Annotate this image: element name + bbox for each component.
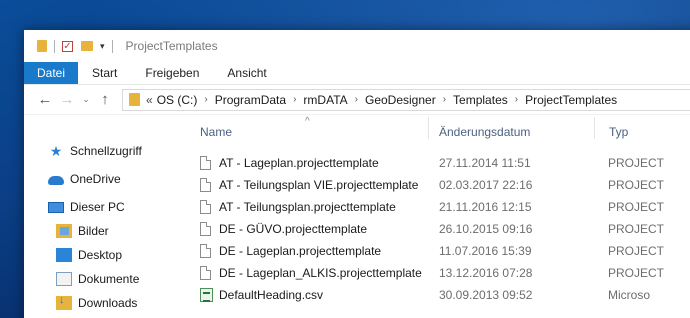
- folder-icon: [37, 40, 47, 52]
- nav-item-label: Dokumente: [78, 272, 140, 286]
- breadcrumb-rmdata[interactable]: rmDATA: [303, 93, 347, 107]
- file-type: PROJECT: [608, 222, 665, 236]
- breadcrumb-programdata[interactable]: ProgramData: [215, 93, 286, 107]
- nav-item-label: Bilder: [78, 224, 109, 238]
- forward-arrow-icon[interactable]: →: [56, 91, 78, 108]
- nav-item-desktop[interactable]: Desktop: [24, 243, 187, 267]
- column-header-name[interactable]: Name: [187, 125, 428, 139]
- nav-item-downloads[interactable]: Downloads: [24, 291, 187, 315]
- file-date: 27.11.2014 11:51: [439, 156, 531, 170]
- file-type: PROJECT: [608, 156, 665, 170]
- file-explorer-window: ✓ ▾ ProjectTemplates Datei Start Freigeb…: [24, 30, 690, 318]
- nav-item-dieser-pc[interactable]: Dieser PC: [24, 195, 187, 219]
- file-type: PROJECT: [608, 178, 665, 192]
- nav-item-label: Desktop: [78, 248, 123, 262]
- back-arrow-icon[interactable]: ←: [34, 91, 56, 108]
- file-icon: [200, 156, 211, 170]
- file-name: DefaultHeading.csv: [219, 288, 324, 302]
- file-type: PROJECT: [608, 200, 665, 214]
- file-date: 13.12.2016 07:28: [439, 266, 533, 280]
- star-icon: ★: [49, 143, 63, 159]
- breadcrumb-separator-icon[interactable]: ›: [355, 94, 358, 105]
- file-icon: [200, 244, 211, 258]
- window-title: ProjectTemplates: [125, 39, 218, 53]
- breadcrumb-projecttemplates[interactable]: ProjectTemplates: [525, 93, 617, 107]
- file-type: PROJECT: [608, 266, 665, 280]
- breadcrumb-separator-icon[interactable]: ›: [204, 94, 207, 105]
- file-rows: AT - Lageplan.projecttemplate 27.11.2014…: [187, 152, 690, 306]
- recent-locations-chevron-icon[interactable]: ⌄: [78, 94, 94, 105]
- documents-folder-icon: [56, 272, 72, 286]
- column-header-type[interactable]: Typ: [595, 125, 690, 139]
- file-type: Microso: [608, 288, 651, 302]
- breadcrumb-separator-icon[interactable]: ›: [443, 94, 446, 105]
- file-name: AT - Teilungsplan.projecttemplate: [219, 200, 396, 214]
- breadcrumb-geodesigner[interactable]: GeoDesigner: [365, 93, 436, 107]
- navigation-bar: ← → ⌄ ↑ « OS (C:) › ProgramData › rmDATA…: [24, 85, 690, 115]
- desktop-folder-icon: [56, 248, 72, 262]
- file-icon: [200, 266, 211, 280]
- file-date: 11.07.2016 15:39: [439, 244, 532, 258]
- nav-item-label: Schnellzugriff: [70, 144, 142, 158]
- file-row[interactable]: AT - Teilungsplan VIE.projecttemplate 02…: [187, 174, 690, 196]
- overflow-chevron-icon[interactable]: «: [146, 93, 153, 107]
- nav-item-label: Dieser PC: [70, 200, 125, 214]
- nav-item-schnellzugriff[interactable]: ★ Schnellzugriff: [24, 139, 187, 163]
- file-icon: [200, 222, 211, 236]
- file-name: AT - Teilungsplan VIE.projecttemplate: [219, 178, 419, 192]
- file-row[interactable]: AT - Lageplan.projecttemplate 27.11.2014…: [187, 152, 690, 174]
- title-separator: [111, 39, 113, 53]
- file-date: 02.03.2017 22:16: [439, 178, 533, 192]
- downloads-folder-icon: [56, 294, 72, 310]
- properties-check-icon[interactable]: ✓: [62, 40, 73, 52]
- pictures-folder-icon: [56, 224, 72, 238]
- csv-file-icon: [200, 288, 213, 302]
- cloud-icon: [48, 176, 64, 185]
- breadcrumb-os-c[interactable]: OS (C:): [157, 93, 198, 107]
- file-name: DE - Lageplan.projecttemplate: [219, 244, 382, 258]
- nav-item-label: Downloads: [78, 296, 138, 310]
- folder-icon: [129, 93, 140, 106]
- title-bar: ✓ ▾ ProjectTemplates: [24, 30, 690, 62]
- file-icon: [200, 178, 211, 192]
- sort-ascending-icon: ^: [305, 116, 310, 127]
- computer-icon: [48, 201, 64, 213]
- breadcrumb-templates[interactable]: Templates: [453, 93, 508, 107]
- navigation-pane: ★ Schnellzugriff OneDrive Dieser PC Bild…: [24, 115, 187, 318]
- breadcrumb-separator-icon[interactable]: ›: [515, 94, 518, 105]
- file-name: AT - Lageplan.projecttemplate: [219, 156, 379, 170]
- file-row[interactable]: DE - Lageplan_ALKIS.projecttemplate 13.1…: [187, 262, 690, 284]
- file-name: DE - Lageplan_ALKIS.projecttemplate: [219, 266, 422, 280]
- file-date: 26.10.2015 09:16: [439, 222, 533, 236]
- file-row[interactable]: DE - Lageplan.projecttemplate 11.07.2016…: [187, 240, 690, 262]
- new-folder-icon[interactable]: [81, 41, 93, 51]
- tab-freigeben[interactable]: Freigeben: [131, 62, 213, 84]
- file-icon: [200, 200, 211, 214]
- nav-item-dokumente[interactable]: Dokumente: [24, 267, 187, 291]
- breadcrumb-separator-icon[interactable]: ›: [293, 94, 296, 105]
- ribbon-tabs: Datei Start Freigeben Ansicht: [24, 62, 690, 85]
- tab-ansicht[interactable]: Ansicht: [213, 62, 280, 84]
- explorer-content: ★ Schnellzugriff OneDrive Dieser PC Bild…: [24, 115, 690, 318]
- file-list: ^ Name Änderungsdatum Typ AT - Lageplan.…: [187, 115, 690, 318]
- file-row[interactable]: DE - GÜVO.projecttemplate 26.10.2015 09:…: [187, 218, 690, 240]
- file-type: PROJECT: [608, 244, 665, 258]
- nav-item-bilder[interactable]: Bilder: [24, 219, 187, 243]
- tab-datei[interactable]: Datei: [24, 62, 79, 84]
- file-row[interactable]: AT - Teilungsplan.projecttemplate 21.11.…: [187, 196, 690, 218]
- column-header-row: Name Änderungsdatum Typ: [187, 115, 690, 141]
- nav-item-label: OneDrive: [70, 172, 121, 186]
- column-header-date[interactable]: Änderungsdatum: [429, 125, 594, 139]
- customize-toolbar-chevron-icon[interactable]: ▾: [100, 41, 105, 52]
- file-date: 30.09.2013 09:52: [439, 288, 533, 302]
- file-name: DE - GÜVO.projecttemplate: [219, 222, 368, 236]
- address-bar[interactable]: « OS (C:) › ProgramData › rmDATA › GeoDe…: [122, 88, 690, 111]
- tab-start[interactable]: Start: [78, 62, 131, 84]
- nav-item-onedrive[interactable]: OneDrive: [24, 167, 187, 191]
- quick-access-separator: [54, 39, 55, 53]
- file-row[interactable]: DefaultHeading.csv 30.09.2013 09:52 Micr…: [187, 284, 690, 306]
- file-date: 21.11.2016 12:15: [439, 200, 532, 214]
- up-arrow-icon[interactable]: ↑: [94, 91, 116, 108]
